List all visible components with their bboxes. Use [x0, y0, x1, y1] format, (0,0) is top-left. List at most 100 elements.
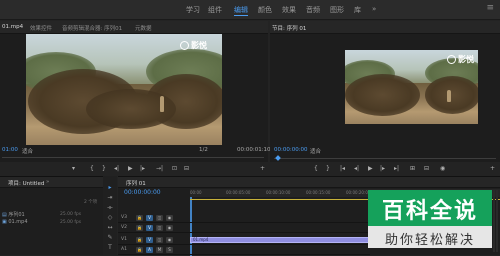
timeline-sequence-tab[interactable]: 序列 01 — [126, 179, 146, 187]
audio-meter-left — [493, 190, 495, 252]
program-step-back-icon[interactable]: ◂| — [354, 165, 359, 172]
tools-panel: ▸ ⇥ ⟛ ◇ ↔ ✎ T — [103, 176, 117, 255]
timeline-timecode[interactable]: 00:00:00:00 — [124, 189, 161, 196]
tab-effect-controls[interactable]: 效果控件 — [30, 24, 52, 32]
workspace-tab-assembly[interactable]: 组件 — [208, 5, 222, 15]
track-a1-target-icon[interactable]: A — [146, 247, 153, 253]
program-timecode-current[interactable]: 00:00:00:00 — [274, 147, 308, 153]
track-v2-lock-icon[interactable]: 🔒 — [136, 225, 143, 231]
project-item-sequence[interactable]: ▤ 序列01 — [2, 211, 25, 218]
type-tool-icon[interactable]: T — [106, 244, 114, 252]
program-settings-icon[interactable]: + — [490, 165, 495, 172]
workspace-tab-audio[interactable]: 音频 — [306, 5, 320, 15]
ruler-tick: 00:00:05:00 — [226, 190, 251, 195]
track-v1-lock-icon[interactable]: 🔒 — [136, 237, 143, 243]
lift-icon[interactable]: ⊞ — [410, 165, 415, 172]
workspace-tab-effects[interactable]: 效果 — [282, 5, 296, 15]
program-go-to-out-icon[interactable]: ▸| — [394, 165, 399, 172]
project-item-count: 2 个项 — [84, 200, 98, 205]
project-panel-header: 项目: Untitled » — [0, 177, 103, 188]
timeline-clip[interactable]: 01.mp4 — [190, 237, 370, 243]
source-fit-dropdown[interactable]: 适合 — [22, 147, 33, 155]
program-step-forward-icon[interactable]: |▸ — [380, 165, 385, 172]
razor-tool-icon[interactable]: ◇ — [106, 214, 114, 222]
tab-more[interactable]: » — [46, 179, 49, 185]
workspace-tab-learn[interactable]: 学习 — [186, 5, 200, 15]
source-monitor-header: 01.mp4 效果控件 音频剪辑混合器: 序列01 元数据 — [0, 21, 268, 34]
program-go-to-in-icon[interactable]: |◂ — [340, 165, 345, 172]
timeline-header: 序列 01 — [118, 177, 500, 188]
ruler-tick: 00:00:20:00 — [346, 190, 371, 195]
program-video-frame[interactable]: 影悦 — [345, 50, 478, 124]
program-title[interactable]: 节目: 序列 01 — [272, 24, 306, 32]
program-fit-dropdown[interactable]: 适合 — [310, 147, 321, 155]
workspace-more-icon[interactable]: » — [372, 5, 376, 13]
track-v1-target-icon[interactable]: V — [146, 237, 153, 243]
track-v2-sync-icon[interactable]: ◫ — [156, 225, 163, 231]
track-v1: V1 🔒 V ◫ ◉ 01.mp4 — [118, 236, 370, 245]
program-mark-out-icon[interactable]: } — [326, 165, 330, 172]
source-timecode-duration: 00:00:01:10 — [237, 147, 271, 153]
step-forward-icon[interactable]: |▸ — [140, 165, 145, 172]
track-v3-sync-icon[interactable]: ◫ — [156, 215, 163, 221]
track-v1-eye-icon[interactable]: ◉ — [166, 237, 173, 243]
track-v1-sync-icon[interactable]: ◫ — [156, 237, 163, 243]
tab-project[interactable]: 项目: Untitled — [8, 179, 44, 187]
go-to-in-icon[interactable]: } — [102, 165, 106, 172]
overwrite-icon[interactable]: ⊟ — [184, 165, 189, 172]
track-v3-eye-icon[interactable]: ◉ — [166, 215, 173, 221]
window-menu-icon[interactable]: ≡ — [486, 3, 494, 13]
selection-tool-icon[interactable]: ▸ — [106, 184, 114, 192]
workspace-tab-color[interactable]: 颜色 — [258, 5, 272, 15]
pen-tool-icon[interactable]: ✎ — [106, 234, 114, 242]
program-play-icon[interactable]: ▶ — [368, 165, 373, 172]
ruler-tick: 00:00 — [190, 190, 202, 195]
tab-audio-mixer[interactable]: 音频剪辑混合器: 序列01 — [62, 24, 122, 32]
program-meerkat-figure — [447, 90, 451, 102]
track-a1-lock-icon[interactable]: 🔒 — [136, 247, 143, 253]
meerkat-figure — [160, 96, 164, 112]
workspace-tab-libraries[interactable]: 库 — [354, 5, 361, 15]
workspace-tab-graphics[interactable]: 图形 — [330, 5, 344, 15]
track-v3-lock-icon[interactable]: 🔒 — [136, 215, 143, 221]
program-monitor: 节目: 序列 01 影悦 00:00:00:00 适合 — [270, 21, 500, 162]
source-timecode-current[interactable]: 01:00 — [2, 147, 18, 153]
tab-source-clip[interactable]: 01.mp4 — [2, 24, 23, 30]
source-video-frame[interactable]: 影悦 — [26, 34, 222, 145]
export-frame-icon[interactable]: ◉ — [440, 165, 445, 172]
program-playhead[interactable] — [275, 155, 281, 161]
track-v2: V2 🔒 V ◫ ◉ — [118, 224, 370, 233]
slip-tool-icon[interactable]: ↔ — [106, 224, 114, 232]
insert-icon[interactable]: ⊡ — [172, 165, 177, 172]
sequence-icon: ▤ — [2, 212, 7, 218]
transport-bar: ▾ { } ◂| ▶ |▸ →| ⊡ ⊟ + { } |◂ ◂| ▶ |▸ ▸|… — [0, 162, 500, 176]
program-scrub-bar[interactable] — [274, 158, 496, 159]
track-a1-mute-icon[interactable]: M — [156, 247, 163, 253]
track-v3: V3 🔒 V ◫ ◉ — [118, 214, 370, 223]
project-item-clip[interactable]: ▣ 01.mp4 — [2, 219, 28, 225]
project-item-clip-fps: 25.00 fps — [60, 220, 82, 225]
track-v3-target-icon[interactable]: V — [146, 215, 153, 221]
workspace-tab-editing[interactable]: 编辑 — [234, 5, 248, 15]
track-v2-target-icon[interactable]: V — [146, 225, 153, 231]
go-to-out-icon[interactable]: →| — [156, 165, 163, 172]
track-select-tool-icon[interactable]: ⇥ — [106, 194, 114, 202]
track-v2-eye-icon[interactable]: ◉ — [166, 225, 173, 231]
play-source-icon[interactable]: ▶ — [128, 165, 133, 172]
mark-out-icon[interactable]: { — [90, 165, 94, 172]
program-monitor-header: 节目: 序列 01 — [270, 21, 500, 34]
extract-icon[interactable]: ⊟ — [424, 165, 429, 172]
source-scrub-bar[interactable] — [2, 157, 264, 158]
tab-metadata[interactable]: 元数据 — [135, 24, 152, 32]
audio-meter-right — [496, 190, 498, 252]
program-mark-in-icon[interactable]: { — [314, 165, 318, 172]
track-label-v3: V3 — [121, 215, 127, 220]
active-workspace-indicator — [234, 15, 248, 16]
mark-in-icon[interactable]: ▾ — [72, 165, 75, 172]
source-resolution-dropdown[interactable]: 1/2 — [199, 147, 208, 153]
source-settings-icon[interactable]: + — [260, 165, 265, 172]
step-back-icon[interactable]: ◂| — [114, 165, 119, 172]
ripple-edit-tool-icon[interactable]: ⟛ — [106, 204, 114, 212]
ruler-tick: 00:00:15:00 — [306, 190, 331, 195]
track-a1-solo-icon[interactable]: S — [166, 247, 173, 253]
